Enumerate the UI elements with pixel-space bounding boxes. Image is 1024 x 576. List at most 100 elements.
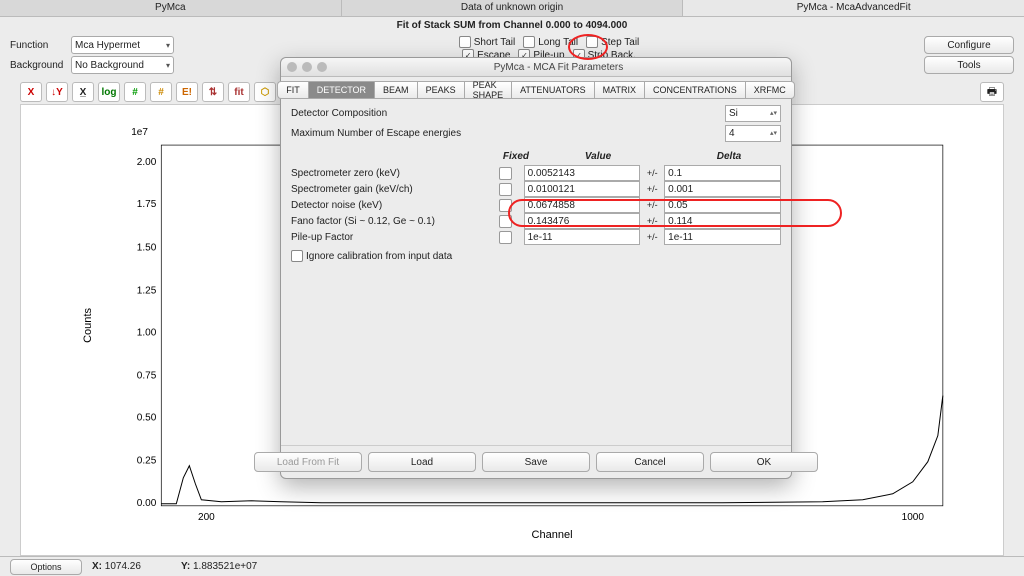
fixed-check[interactable]	[499, 199, 512, 212]
svg-text:200: 200	[198, 512, 215, 523]
load-button[interactable]: Load	[368, 452, 476, 472]
param-row-4: Pile-up Factor 1e-11+/-1e-11	[291, 229, 781, 245]
svg-text:0.00: 0.00	[137, 498, 157, 509]
value-input[interactable]: 0.0100121	[524, 181, 641, 197]
tab-peak-shape[interactable]: PEAK SHAPE	[464, 81, 512, 99]
tab-peaks[interactable]: PEAKS	[417, 81, 464, 99]
function-label: Function	[10, 40, 65, 51]
svg-text:0.25: 0.25	[137, 456, 157, 467]
svg-text:1.00: 1.00	[137, 327, 157, 338]
check-short-tail[interactable]: Short Tail	[459, 36, 516, 48]
plus-minus: +/-	[640, 184, 664, 194]
value-input[interactable]: 0.0674858	[524, 197, 641, 213]
minimize-icon[interactable]	[302, 62, 312, 72]
function-select[interactable]: Mca Hypermet▾	[71, 36, 174, 54]
options-button[interactable]: Options	[10, 559, 82, 575]
param-label: Pile-up Factor	[291, 232, 499, 243]
plus-minus: +/-	[640, 216, 664, 226]
check-step-tail[interactable]: Step Tail	[586, 36, 639, 48]
plus-minus: +/-	[640, 168, 664, 178]
svg-text:1000: 1000	[902, 512, 925, 523]
param-label: Detector noise (keV)	[291, 200, 499, 211]
svg-text:0.50: 0.50	[137, 413, 157, 424]
svg-text:0.75: 0.75	[137, 371, 157, 382]
tb-log[interactable]: log	[98, 82, 120, 102]
background-label: Background	[10, 60, 65, 71]
svg-text:1.25: 1.25	[137, 285, 157, 296]
ok-button[interactable]: OK	[710, 452, 818, 472]
svg-text:1e7: 1e7	[131, 127, 148, 138]
fixed-check[interactable]	[499, 215, 512, 228]
check-long-tail[interactable]: Long Tail	[523, 36, 578, 48]
configure-button[interactable]: Configure	[924, 36, 1014, 54]
tb-grid2[interactable]: #	[150, 82, 172, 102]
ignore-calibration-check[interactable]: Ignore calibration from input data	[291, 250, 781, 262]
tb-grid1[interactable]: #	[124, 82, 146, 102]
delta-input[interactable]: 0.001	[664, 181, 781, 197]
fixed-check[interactable]	[499, 231, 512, 244]
param-row-0: Spectrometer zero (keV) 0.0052143+/-0.1	[291, 165, 781, 181]
svg-text:Counts: Counts	[82, 308, 94, 343]
tb-xu[interactable]: X̲	[72, 82, 94, 102]
param-row-3: Fano factor (Si ~ 0.12, Ge ~ 0.1) 0.14347…	[291, 213, 781, 229]
param-label: Spectrometer zero (keV)	[291, 168, 499, 179]
tb-e[interactable]: E!	[176, 82, 198, 102]
status-bar: Options X: 1074.26 Y: 1.883521e+07	[0, 556, 1024, 576]
svg-text:2.00: 2.00	[137, 157, 157, 168]
tab-detector[interactable]: DETECTOR	[308, 81, 374, 99]
param-label: Fano factor (Si ~ 0.12, Ge ~ 0.1)	[291, 216, 499, 227]
tab-xrfmc[interactable]: XRFMC	[745, 81, 795, 99]
escape-energies-label: Maximum Number of Escape energies	[291, 128, 501, 139]
value-input[interactable]: 0.0052143	[524, 165, 641, 181]
tab-fit[interactable]: FIT	[277, 81, 308, 99]
tab-advancedfit[interactable]: PyMca - McaAdvancedFit	[683, 0, 1024, 16]
hdr-value: Value	[539, 151, 657, 162]
background-select[interactable]: No Background▾	[71, 56, 174, 74]
tab-concentrations[interactable]: CONCENTRATIONS	[644, 81, 745, 99]
tb-fit[interactable]: fit	[228, 82, 250, 102]
value-input[interactable]: 0.143476	[524, 213, 641, 229]
svg-text:Channel: Channel	[532, 529, 573, 541]
tb-y[interactable]: ↓Y	[46, 82, 68, 102]
delta-input[interactable]: 0.05	[664, 197, 781, 213]
param-label: Spectrometer gain (keV/ch)	[291, 184, 499, 195]
tab-matrix[interactable]: MATRIX	[594, 81, 644, 99]
window-tabs: PyMca Data of unknown origin PyMca - Mca…	[0, 0, 1024, 17]
composition-select[interactable]: Si▴▾	[725, 105, 781, 122]
tools-button[interactable]: Tools	[924, 56, 1014, 74]
delta-input[interactable]: 0.1	[664, 165, 781, 181]
composition-label: Detector Composition	[291, 108, 501, 119]
svg-text:1.50: 1.50	[137, 242, 157, 253]
plus-minus: +/-	[640, 232, 664, 242]
load-from-fit-button[interactable]: Load From Fit	[254, 452, 362, 472]
fit-parameters-dialog: PyMca - MCA Fit Parameters FIT DETECTOR …	[280, 57, 792, 479]
tab-beam[interactable]: BEAM	[374, 81, 417, 99]
dialog-tabs: FIT DETECTOR BEAM PEAKS PEAK SHAPE ATTEN…	[281, 77, 791, 99]
tb-x[interactable]: X	[20, 82, 42, 102]
escape-energies-input[interactable]: 4▴▾	[725, 125, 781, 142]
value-input[interactable]: 1e-11	[524, 229, 641, 245]
delta-input[interactable]: 0.114	[664, 213, 781, 229]
tab-data[interactable]: Data of unknown origin	[342, 0, 684, 16]
svg-text:1.75: 1.75	[137, 199, 157, 210]
fit-title: Fit of Stack SUM from Channel 0.000 to 4…	[0, 17, 1024, 34]
delta-input[interactable]: 1e-11	[664, 229, 781, 245]
param-row-2: Detector noise (keV) 0.0674858+/-0.05	[291, 197, 781, 213]
tb-arrows[interactable]: ⇅	[202, 82, 224, 102]
tab-attenuators[interactable]: ATTENUATORS	[511, 81, 594, 99]
plus-minus: +/-	[640, 200, 664, 210]
tab-pymca[interactable]: PyMca	[0, 0, 342, 16]
zoom-icon[interactable]	[317, 62, 327, 72]
cancel-button[interactable]: Cancel	[596, 452, 704, 472]
fixed-check[interactable]	[499, 167, 512, 180]
tb-shield[interactable]: ⬡	[254, 82, 276, 102]
hdr-delta: Delta	[657, 151, 781, 162]
param-row-1: Spectrometer gain (keV/ch) 0.0100121+/-0.…	[291, 181, 781, 197]
plot-toolbar: X ↓Y X̲ log # # E! ⇅ fit ⬡	[20, 82, 276, 102]
fixed-check[interactable]	[499, 183, 512, 196]
close-icon[interactable]	[287, 62, 297, 72]
printer-icon[interactable]: 🖶	[980, 82, 1004, 102]
save-button[interactable]: Save	[482, 452, 590, 472]
hdr-fixed: Fixed	[291, 151, 539, 162]
dialog-title: PyMca - MCA Fit Parameters	[332, 62, 785, 73]
